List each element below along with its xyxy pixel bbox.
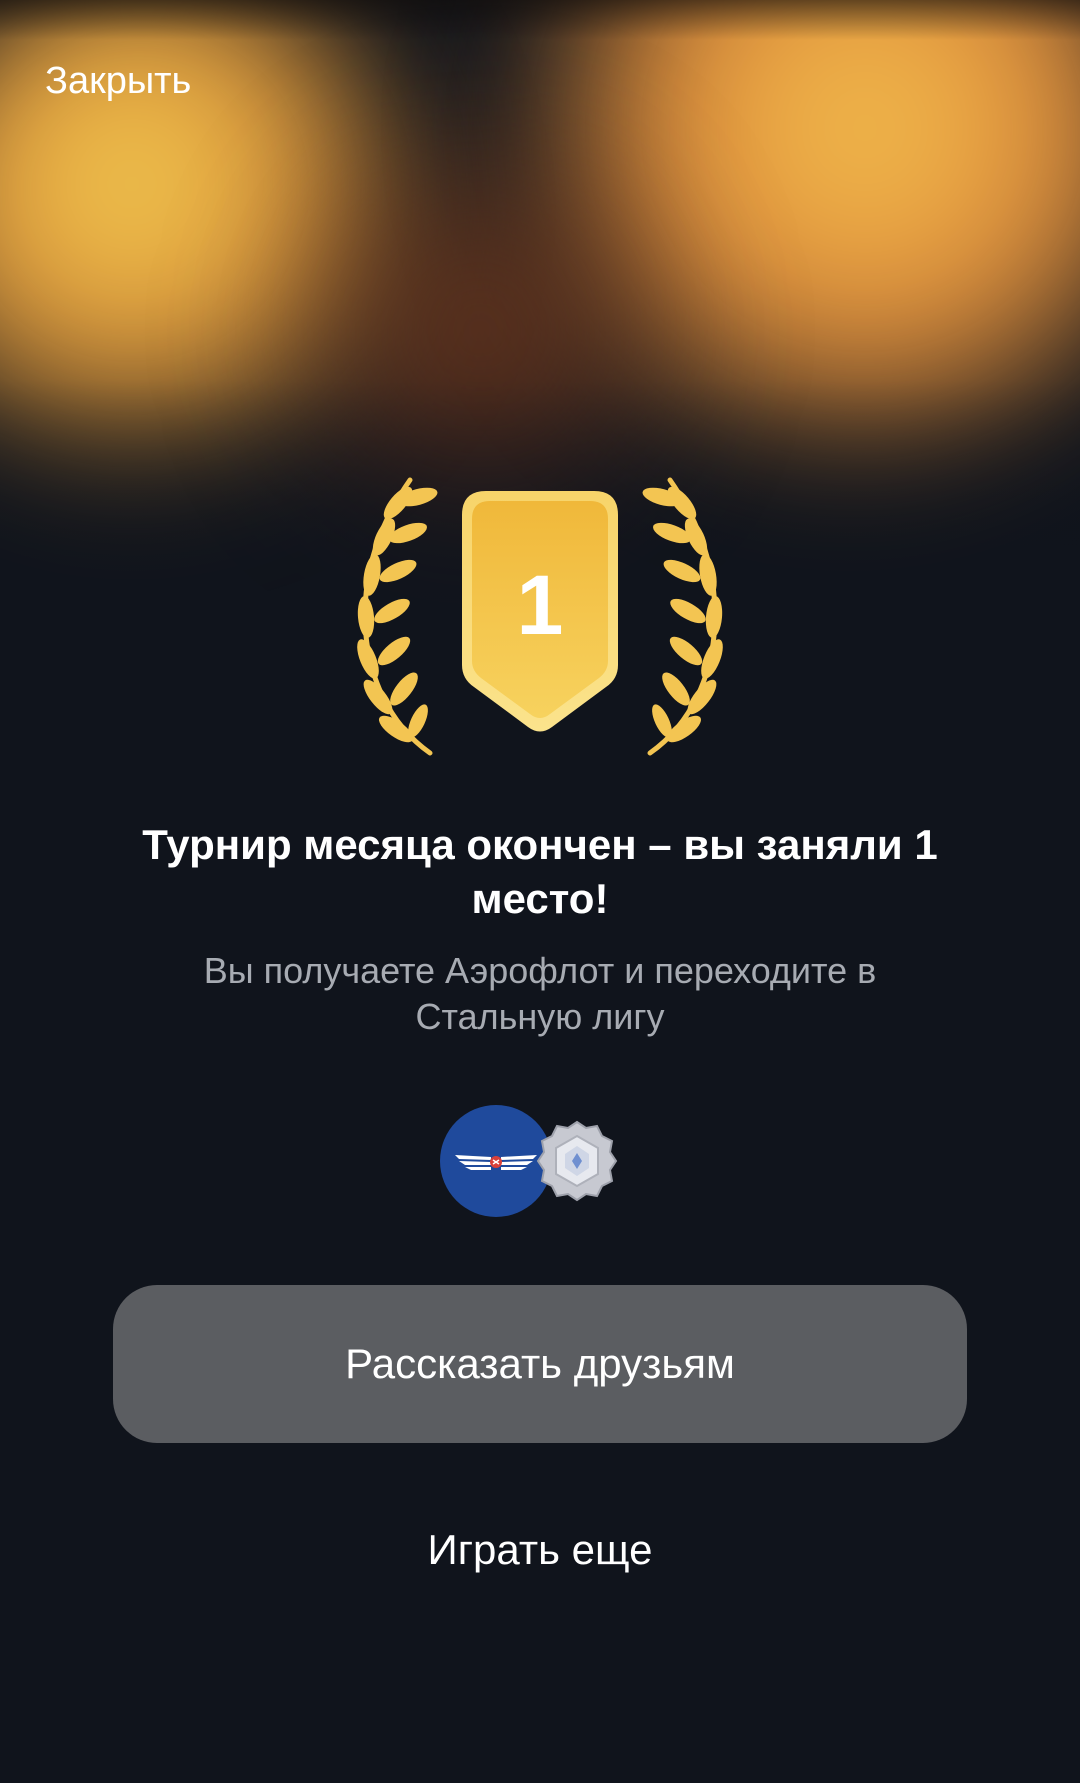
place-number: 1	[516, 558, 564, 652]
result-headline: Турнир месяца окончен – вы заняли 1 мест…	[142, 821, 938, 922]
share-with-friends-button[interactable]: Рассказать друзьям	[113, 1285, 967, 1443]
result-subtext: Вы получаете Аэрофлот и переходите в Ста…	[203, 950, 877, 1037]
rewards-row	[440, 1105, 640, 1220]
play-again-button[interactable]: Играть еще	[290, 1520, 790, 1580]
steel-league-icon	[536, 1120, 618, 1202]
close-button[interactable]: Закрыть	[45, 56, 191, 106]
tournament-result-screen: Закрыть 1 Турнир месяца окончен – вы зан…	[0, 0, 1080, 1783]
place-badge: 1	[320, 475, 760, 765]
background-glow	[0, 0, 1080, 900]
